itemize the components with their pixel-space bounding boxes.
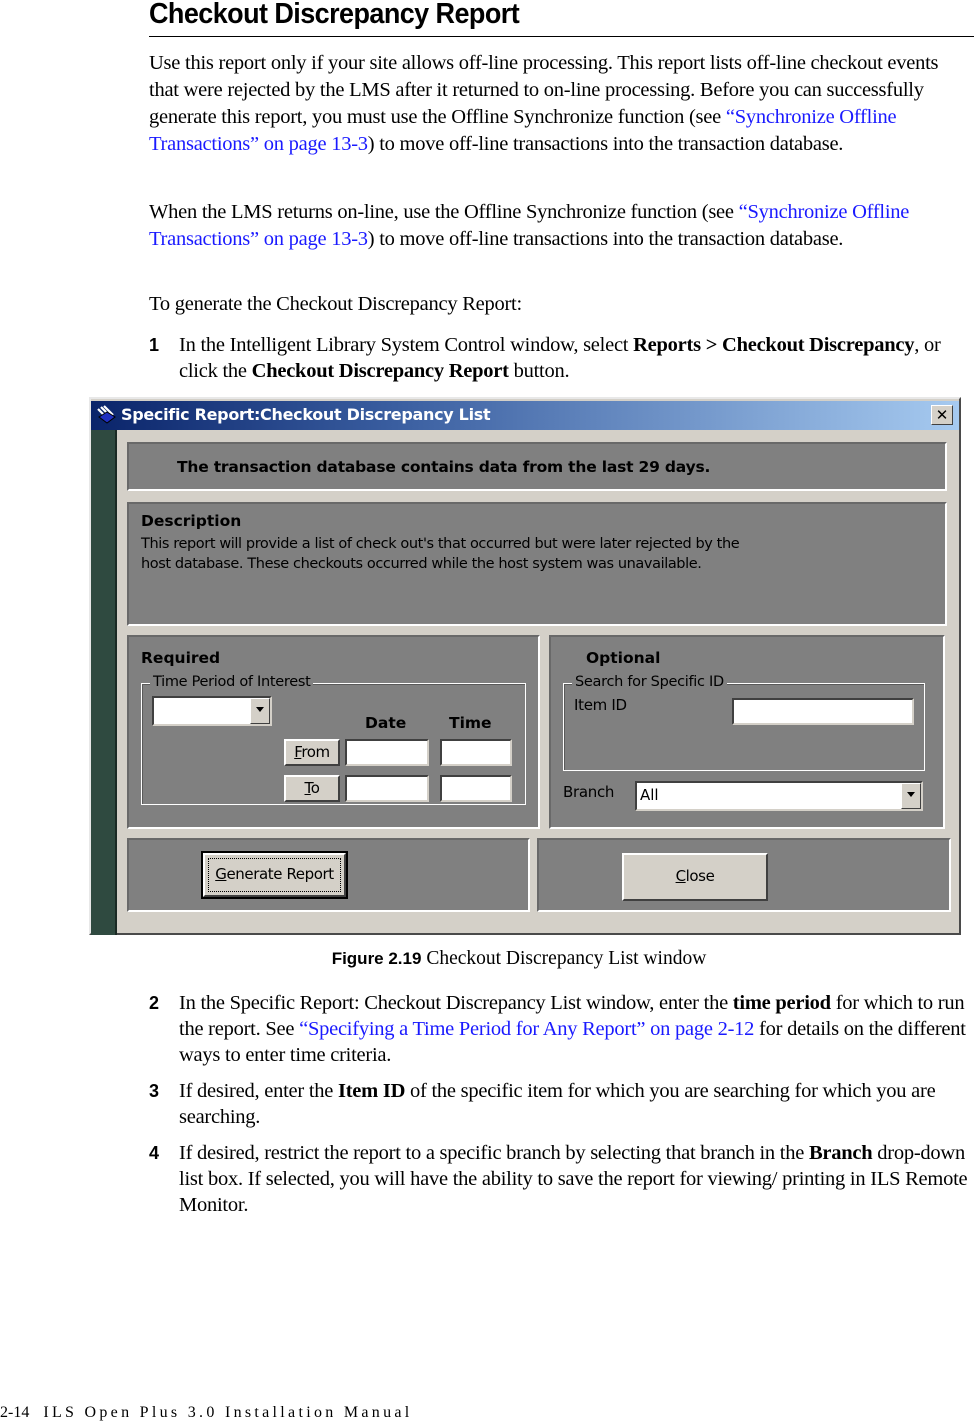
- intro-text-end: ) to move off-line transactions into the…: [367, 133, 844, 155]
- close-panel: Close: [537, 838, 951, 912]
- step-text: In the Specific Report: Checkout Discrep…: [179, 990, 974, 1068]
- emphasis: Item ID: [338, 1080, 406, 1102]
- step-text-part: In the Specific Report: Checkout Discrep…: [179, 992, 733, 1014]
- from-date-input[interactable]: [345, 739, 429, 766]
- accel-key: C: [675, 867, 686, 885]
- required-panel: Required Time Period of Interest Date Ti…: [127, 635, 540, 829]
- figure-caption: Figure 2.19 Checkout Discrepancy List wi…: [0, 948, 974, 970]
- item-id-label: Item ID: [574, 696, 627, 714]
- from-time-input[interactable]: [440, 739, 512, 766]
- chevron-down-icon[interactable]: [901, 783, 921, 809]
- step-number: 1: [149, 335, 159, 355]
- chevron-down-icon[interactable]: [250, 698, 270, 724]
- description-line: host database. These checkouts occurred …: [141, 556, 702, 572]
- step-number: 3: [149, 1081, 159, 1101]
- optional-heading: Optional: [586, 649, 661, 667]
- info-panel: The transaction database contains data f…: [127, 442, 947, 491]
- close-icon[interactable]: ✕: [931, 405, 953, 425]
- date-header: Date: [365, 714, 407, 732]
- step-text: If desired, restrict the report to a spe…: [179, 1140, 974, 1218]
- step-text-part: If desired, restrict the report to a spe…: [179, 1142, 809, 1164]
- button-label: rom: [301, 743, 330, 761]
- close-button[interactable]: Close: [622, 853, 768, 901]
- button-label: lose: [685, 867, 715, 885]
- focus-rect: [208, 858, 341, 892]
- emphasis: Branch: [808, 1142, 873, 1164]
- button-name: Checkout Discrepancy Report: [251, 360, 509, 382]
- to-time-input[interactable]: [440, 775, 512, 802]
- description-heading: Description: [141, 512, 242, 530]
- specific-id-group: Search for Specific ID Item ID: [563, 674, 925, 771]
- app-icon: [97, 405, 116, 424]
- specific-id-label: Search for Specific ID: [572, 674, 727, 690]
- to-button[interactable]: To: [284, 775, 340, 802]
- step-number: 4: [149, 1143, 159, 1163]
- page-number: 2-14: [0, 1404, 30, 1421]
- description-panel: Description This report will provide a l…: [127, 502, 947, 626]
- figure-label: Figure 2.19: [331, 949, 422, 968]
- time-period-group: Time Period of Interest Date Time From T…: [141, 674, 526, 805]
- required-heading: Required: [141, 649, 221, 667]
- to-date-input[interactable]: [345, 775, 429, 802]
- optional-panel: Optional Search for Specific ID Item ID …: [549, 635, 945, 829]
- title-rule: [149, 36, 974, 37]
- manual-title: ILS Open Plus 3.0 Installation Manual: [43, 1404, 413, 1421]
- page-title: Checkout Discrepancy Report: [149, 0, 520, 30]
- from-button[interactable]: From: [284, 739, 340, 766]
- online-paragraph: When the LMS returns on-line, use the Of…: [149, 199, 969, 253]
- figure-text: Checkout Discrepancy List window: [421, 948, 707, 969]
- step-2: 2 In the Specific Report: Checkout Discr…: [149, 990, 974, 1068]
- generate-intro: To generate the Checkout Discrepancy Rep…: [149, 293, 522, 315]
- branch-select[interactable]: All: [635, 781, 923, 811]
- emphasis: time period: [732, 992, 831, 1014]
- generate-panel: Generate Report: [127, 838, 530, 912]
- page-footer: 2-14 ILS Open Plus 3.0 Installation Manua…: [0, 1404, 413, 1422]
- info-message: The transaction database contains data f…: [177, 458, 711, 476]
- time-period-select[interactable]: [152, 696, 272, 726]
- description-body: This report will provide a list of check…: [141, 534, 781, 574]
- branch-label: Branch: [563, 783, 615, 801]
- step-number: 2: [149, 993, 159, 1013]
- para2-text: When the LMS returns on-line, use the Of…: [149, 201, 739, 223]
- step-1: 1 In the Intelligent Library System Cont…: [149, 332, 974, 384]
- branch-value: All: [640, 786, 659, 804]
- intro-paragraph: Use this report only if your site allows…: [149, 50, 969, 158]
- menu-path: Reports > Checkout Discrepancy: [633, 334, 915, 356]
- step-3: 3 If desired, enter the Item ID of the s…: [149, 1078, 974, 1130]
- item-id-input[interactable]: [732, 698, 914, 725]
- button-label: o: [310, 779, 320, 797]
- step-text: In the Intelligent Library System Contro…: [179, 332, 974, 384]
- para2-text-end: ) to move off-line transactions into the…: [367, 228, 844, 250]
- step-text: If desired, enter the Item ID of the spe…: [179, 1078, 974, 1130]
- window-titlebar[interactable]: Specific Report:Checkout Discrepancy Lis…: [91, 401, 959, 430]
- step-text-part: button.: [508, 360, 570, 382]
- time-period-link[interactable]: “Specifying a Time Period for Any Report…: [299, 1018, 754, 1040]
- description-line: This report will provide a list of check…: [141, 536, 740, 552]
- step-text-part: If desired, enter the: [179, 1080, 338, 1102]
- time-period-label: Time Period of Interest: [150, 674, 314, 690]
- side-strip: [91, 430, 117, 935]
- checkout-discrepancy-window: Specific Report:Checkout Discrepancy Lis…: [89, 397, 961, 935]
- step-text-part: In the Intelligent Library System Contro…: [179, 334, 634, 356]
- step-4: 4 If desired, restrict the report to a s…: [149, 1140, 974, 1218]
- window-title: Specific Report:Checkout Discrepancy Lis…: [121, 405, 491, 424]
- time-header: Time: [449, 714, 492, 732]
- generate-report-button[interactable]: Generate Report: [201, 851, 348, 899]
